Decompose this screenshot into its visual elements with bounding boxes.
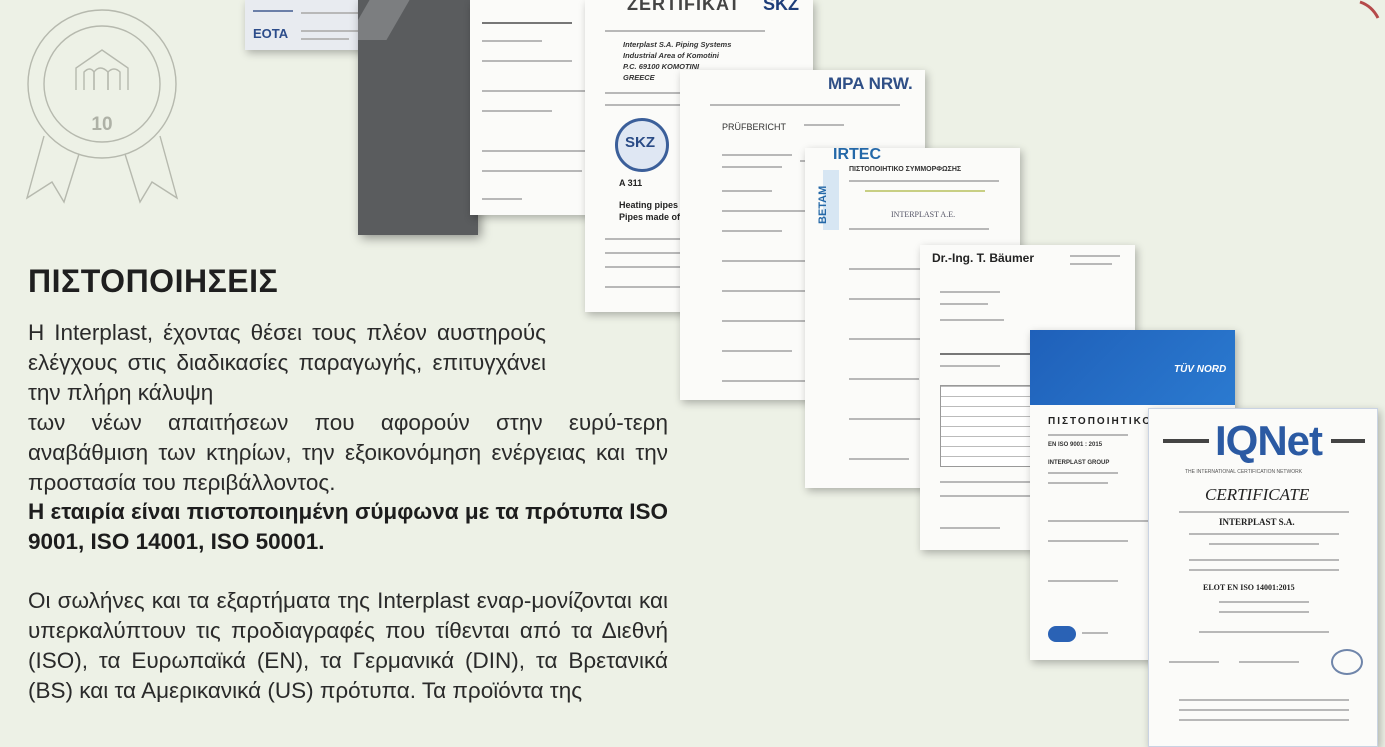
- skz-number: A 311: [619, 178, 643, 188]
- badge-number: 10: [91, 114, 112, 135]
- eota-logo: EOTA: [253, 26, 289, 41]
- iqnet-title: CERTIFICATE: [1205, 485, 1310, 504]
- eota-certificate: EOTA: [245, 0, 370, 50]
- irtec-logo: IRTEC: [833, 148, 881, 163]
- mpa-logo: MPA NRW.: [828, 74, 913, 93]
- corner-ribbon-icon: [1359, 0, 1380, 19]
- skz-seal-label: SKZ: [625, 134, 655, 151]
- tuv-title: ΠΙΣΤΟΠΟΙΗΤΙΚΟ: [1048, 416, 1153, 427]
- skz-company: Interplast S.A. Piping Systems: [623, 40, 732, 49]
- irtec-title: ΠΙΣΤΟΠΟΙΗΤΙΚΟ ΣΥΜΜΟΡΦΩΣΗΣ: [849, 166, 962, 173]
- tuv-company: INTERPLAST GROUP: [1048, 460, 1110, 466]
- anniversary-badge-icon: 10: [25, 9, 179, 204]
- iqnet-standard: ELOT EN ISO 14001:2015: [1203, 583, 1295, 592]
- iqnet-certificate: IQNet THE INTERNATIONAL CERTIFICATION NE…: [1148, 408, 1378, 747]
- iqnet-logo: IQNet: [1215, 417, 1323, 464]
- tuv-logo: TÜV NORD: [1174, 364, 1227, 375]
- irtec-side: BETAM: [817, 185, 829, 224]
- baumer-name: Dr.-Ing. T. Bäumer: [932, 251, 1035, 265]
- tuv-standard: EN ISO 9001 : 2015: [1048, 442, 1103, 448]
- iqnet-company: INTERPLAST S.A.: [1219, 517, 1295, 527]
- standards-paragraph: Οι σωλήνες και τα εξαρτήματα της Interpl…: [28, 588, 668, 703]
- skz-country: GREECE: [623, 73, 655, 82]
- intro-paragraph: Η Interplast, έχοντας θέσει τους πλέον α…: [28, 320, 546, 405]
- iso-paragraph: Η εταιρία είναι πιστοποιημένη σύμφωνα με…: [28, 499, 668, 554]
- iqnet-tagline: THE INTERNATIONAL CERTIFICATION NETWORK: [1185, 469, 1303, 475]
- dark-binder: [358, 0, 478, 235]
- energy-paragraph: των νέων απαιτήσεων που αφορούν στην ευρ…: [28, 410, 668, 495]
- page-title: ΠΙΣΤΟΠΟΙΗΣΕΙΣ: [28, 263, 279, 299]
- skz-address1: Industrial Area of Komotini: [623, 51, 719, 60]
- irtec-company: INTERPLAST A.E.: [891, 210, 956, 219]
- skz-product1: Heating pipes: [619, 200, 679, 210]
- skz-title: ZERTIFIKAT: [627, 0, 741, 14]
- skz-seal: SKZ: [615, 118, 669, 172]
- mpa-title: PRÜFBERICHT: [722, 122, 787, 132]
- skz-logo: SKZ: [763, 0, 799, 14]
